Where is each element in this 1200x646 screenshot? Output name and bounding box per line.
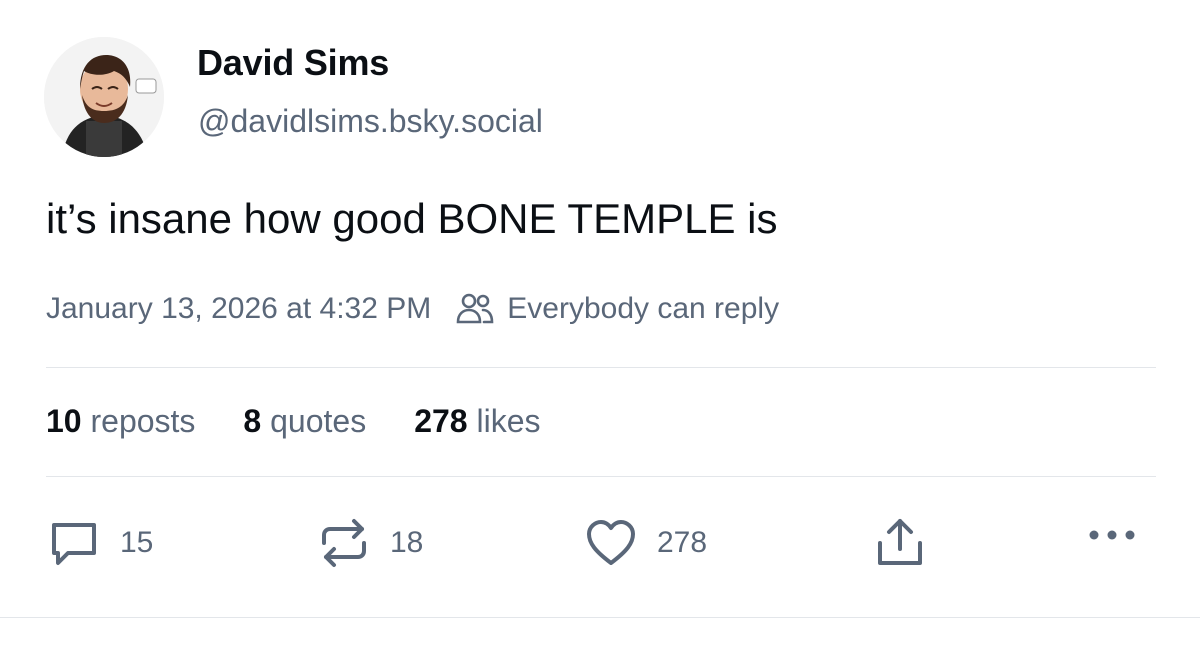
reply-icon bbox=[46, 515, 102, 571]
repost-button[interactable]: 18 bbox=[316, 515, 423, 571]
reply-setting-label[interactable]: Everybody can reply bbox=[507, 292, 779, 326]
reposts-count: 10 bbox=[46, 403, 82, 439]
post-actions: 15 18 278 bbox=[46, 515, 1146, 575]
quotes-count: 8 bbox=[243, 403, 262, 439]
heart-icon bbox=[583, 515, 639, 571]
reposts-label: reposts bbox=[90, 403, 196, 439]
reply-count: 15 bbox=[120, 526, 154, 559]
people-icon bbox=[455, 291, 495, 327]
repost-icon bbox=[316, 515, 372, 571]
post-stats: 10 reposts 8 quotes 278 likes bbox=[46, 403, 588, 440]
avatar-illustration bbox=[44, 37, 164, 157]
share-button[interactable] bbox=[874, 515, 926, 571]
reply-button[interactable]: 15 bbox=[46, 515, 153, 571]
reposts-stat[interactable]: 10 reposts bbox=[46, 403, 195, 440]
author-display-name[interactable]: David Sims bbox=[197, 42, 389, 84]
likes-stat[interactable]: 278 likes bbox=[414, 403, 540, 440]
likes-count: 278 bbox=[414, 403, 468, 439]
divider bbox=[46, 476, 1156, 477]
likes-label: likes bbox=[476, 403, 541, 439]
quotes-label: quotes bbox=[270, 403, 367, 439]
divider bbox=[46, 367, 1156, 368]
author-handle[interactable]: @davidlsims.bsky.social bbox=[198, 103, 543, 140]
post-text: it’s insane how good BONE TEMPLE is bbox=[46, 195, 778, 242]
like-count: 278 bbox=[657, 526, 708, 559]
divider bbox=[0, 617, 1200, 618]
quotes-stat[interactable]: 8 quotes bbox=[243, 403, 366, 440]
repost-count: 18 bbox=[390, 526, 424, 559]
more-button[interactable] bbox=[1086, 525, 1138, 545]
share-icon bbox=[874, 515, 926, 571]
avatar[interactable] bbox=[44, 37, 164, 157]
like-button[interactable]: 278 bbox=[583, 515, 707, 571]
post-meta: January 13, 2026 at 4:32 PM Everybody ca… bbox=[46, 291, 779, 327]
post-timestamp[interactable]: January 13, 2026 at 4:32 PM bbox=[46, 292, 431, 326]
more-icon bbox=[1086, 525, 1138, 545]
